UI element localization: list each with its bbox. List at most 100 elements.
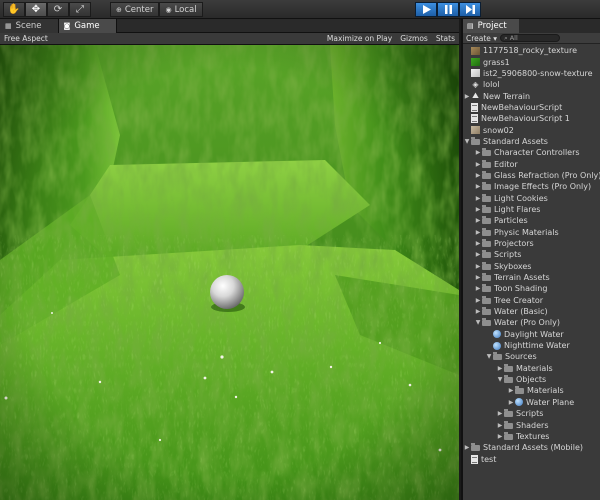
project-folder-icon: ▤	[467, 22, 474, 30]
folder-item[interactable]: ▼ Objects	[463, 374, 600, 385]
collapsed-arrow-icon[interactable]: ▶	[474, 206, 482, 213]
asset-item[interactable]: Nighttime Water	[463, 340, 600, 351]
asset-item[interactable]: snow02	[463, 124, 600, 135]
folder-item[interactable]: ▶ Textures	[463, 431, 600, 442]
asset-item[interactable]: ▶ ⛰ New Terrain	[463, 90, 600, 101]
terrain-icon: ⛰	[472, 91, 479, 101]
asset-item[interactable]: 1177518_rocky_texture	[463, 45, 600, 56]
folder-icon	[504, 409, 513, 418]
folder-item[interactable]: ▶ Projectors	[463, 238, 600, 249]
collapsed-arrow-icon[interactable]: ▶	[474, 217, 482, 224]
texture-rock-icon	[471, 46, 480, 55]
item-label: Toon Shading	[494, 284, 548, 294]
collapsed-arrow-icon[interactable]: ▶	[474, 274, 482, 281]
prefab-icon	[515, 398, 523, 407]
folder-icon	[482, 170, 491, 179]
step-button[interactable]	[459, 2, 481, 17]
collapsed-arrow-icon[interactable]: ▶	[496, 422, 504, 429]
collapsed-arrow-icon[interactable]: ▶	[463, 444, 471, 451]
folder-item[interactable]: ▶ Image Effects (Pro Only)	[463, 181, 600, 192]
create-dropdown[interactable]: Create ▾	[466, 34, 497, 43]
expanded-arrow-icon[interactable]: ▼	[474, 319, 482, 326]
collapsed-arrow-icon[interactable]: ▶	[507, 399, 515, 406]
stats-toggle[interactable]: Stats	[436, 34, 455, 43]
collapsed-arrow-icon[interactable]: ▶	[474, 297, 482, 304]
pivot-center-button[interactable]: ⊕ Center	[110, 2, 160, 17]
collapsed-arrow-icon[interactable]: ▶	[474, 229, 482, 236]
maximize-on-play-toggle[interactable]: Maximize on Play	[327, 34, 392, 43]
collapsed-arrow-icon[interactable]: ▶	[474, 251, 482, 258]
folder-item[interactable]: ▶ Physic Materials	[463, 227, 600, 238]
folder-icon	[482, 273, 491, 282]
expanded-arrow-icon[interactable]: ▼	[485, 353, 493, 360]
folder-item[interactable]: ▶ Terrain Assets	[463, 272, 600, 283]
asset-item[interactable]: grass1	[463, 56, 600, 67]
collapsed-arrow-icon[interactable]: ▶	[474, 149, 482, 156]
folder-item[interactable]: ▼ Standard Assets	[463, 136, 600, 147]
space-local-button[interactable]: ◉ Local	[159, 2, 203, 17]
gizmos-toggle[interactable]: Gizmos	[400, 34, 428, 43]
collapsed-arrow-icon[interactable]: ▶	[474, 172, 482, 179]
folder-item[interactable]: ▶ Water (Basic)	[463, 306, 600, 317]
collapsed-arrow-icon[interactable]: ▶	[507, 387, 515, 394]
search-input[interactable]: ⌕ All	[500, 34, 561, 42]
folder-item[interactable]: ▶ Standard Assets (Mobile)	[463, 442, 600, 453]
tab-scene[interactable]: ▦ Scene	[0, 19, 59, 33]
scale-tool-icon[interactable]: ⤢	[69, 2, 91, 17]
aspect-dropdown[interactable]: Free Aspect	[0, 34, 327, 43]
folder-item[interactable]: ▶ Shaders	[463, 419, 600, 430]
folder-item[interactable]: ▶ Light Flares	[463, 204, 600, 215]
prefab-icon	[493, 341, 501, 350]
tab-project[interactable]: ▤ Project	[463, 19, 519, 33]
collapsed-arrow-icon[interactable]: ▶	[474, 308, 482, 315]
collapsed-arrow-icon[interactable]: ▶	[496, 410, 504, 417]
folder-item[interactable]: ▶ Editor	[463, 158, 600, 169]
asset-item[interactable]: ▶ Water Plane	[463, 397, 600, 408]
asset-item[interactable]: Daylight Water	[463, 329, 600, 340]
folder-item[interactable]: ▶ Particles	[463, 215, 600, 226]
collapsed-arrow-icon[interactable]: ▶	[474, 240, 482, 247]
folder-item[interactable]: ▶ Glass Refraction (Pro Only)	[463, 170, 600, 181]
folder-item[interactable]: ▶ Toon Shading	[463, 283, 600, 294]
folder-item[interactable]: ▼ Water (Pro Only)	[463, 317, 600, 328]
folder-item[interactable]: ▶ Materials	[463, 385, 600, 396]
folder-item[interactable]: ▶ Character Controllers	[463, 147, 600, 158]
collapsed-arrow-icon[interactable]: ▶	[463, 93, 471, 100]
folder-icon	[482, 148, 491, 157]
item-label: Particles	[494, 216, 528, 226]
move-tool-icon[interactable]: ✥	[25, 2, 47, 17]
folder-icon	[482, 261, 491, 270]
game-viewport[interactable]	[0, 45, 459, 500]
collapsed-arrow-icon[interactable]: ▶	[474, 183, 482, 190]
folder-item[interactable]: ▼ Sources	[463, 351, 600, 362]
play-button[interactable]	[415, 2, 437, 17]
asset-item[interactable]: ◈ lolol	[463, 79, 600, 90]
pause-button[interactable]	[437, 2, 459, 17]
folder-icon	[471, 443, 480, 452]
folder-item[interactable]: ▶ Materials	[463, 363, 600, 374]
tab-game[interactable]: ◙ Game	[58, 19, 117, 33]
item-label: grass1	[483, 57, 510, 67]
expanded-arrow-icon[interactable]: ▼	[496, 376, 504, 383]
folder-item[interactable]: ▶ Skyboxes	[463, 261, 600, 272]
asset-item[interactable]: NewBehaviourScript	[463, 102, 600, 113]
collapsed-arrow-icon[interactable]: ▶	[474, 263, 482, 270]
asset-item[interactable]: ist2_5906800-snow-texture	[463, 68, 600, 79]
folder-item[interactable]: ▶ Tree Creator	[463, 295, 600, 306]
collapsed-arrow-icon[interactable]: ▶	[496, 365, 504, 372]
folder-item[interactable]: ▶ Scripts	[463, 408, 600, 419]
collapsed-arrow-icon[interactable]: ▶	[474, 195, 482, 202]
rotate-tool-icon[interactable]: ⟳	[47, 2, 69, 17]
asset-item[interactable]: test	[463, 453, 600, 464]
collapsed-arrow-icon[interactable]: ▶	[496, 433, 504, 440]
folder-icon	[482, 284, 491, 293]
expanded-arrow-icon[interactable]: ▼	[463, 138, 471, 145]
asset-item[interactable]: NewBehaviourScript 1	[463, 113, 600, 124]
collapsed-arrow-icon[interactable]: ▶	[474, 161, 482, 168]
collapsed-arrow-icon[interactable]: ▶	[474, 285, 482, 292]
hand-tool-icon[interactable]: ✋	[3, 2, 25, 17]
folder-item[interactable]: ▶ Scripts	[463, 249, 600, 260]
main-toolbar: ✋ ✥ ⟳ ⤢ ⊕ Center ◉ Local	[0, 0, 600, 19]
texture-snow02-icon	[471, 126, 480, 135]
folder-item[interactable]: ▶ Light Cookies	[463, 192, 600, 203]
